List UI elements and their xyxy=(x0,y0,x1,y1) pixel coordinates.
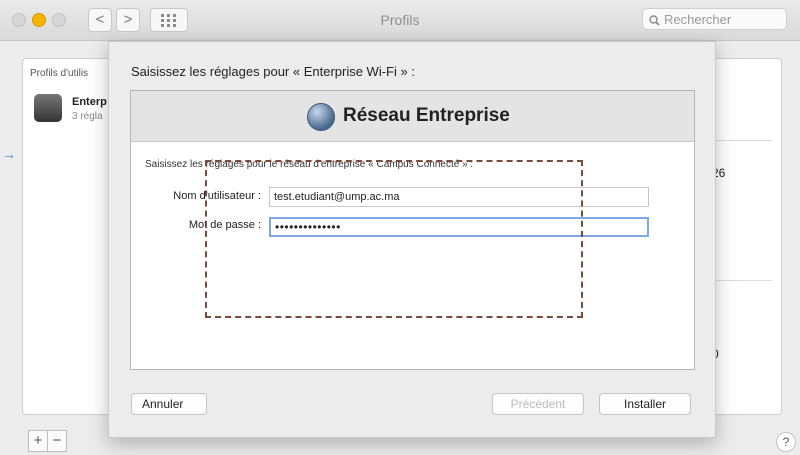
search-field[interactable]: Rechercher xyxy=(642,8,787,30)
username-label: Nom d'utilisateur : xyxy=(173,190,261,202)
window-toolbar: < > Profils Rechercher xyxy=(0,0,800,41)
profile-gear-icon xyxy=(34,94,62,122)
sheet-prompt: Saisissez les réglages pour « Enterprise… xyxy=(131,64,415,79)
profile-name: Enterp xyxy=(72,96,107,108)
help-button[interactable]: ? xyxy=(776,432,796,452)
install-button[interactable]: Installer xyxy=(599,393,691,415)
username-field[interactable]: test.etudiant@ump.ac.ma xyxy=(269,187,649,207)
network-title: Réseau Entreprise xyxy=(343,105,510,126)
window-title: Profils xyxy=(380,12,420,28)
arrow-icon: → xyxy=(2,146,16,162)
network-settings-box: Réseau Entreprise Saisissez les réglages… xyxy=(130,90,695,370)
previous-button[interactable]: Précédent xyxy=(492,393,584,415)
add-remove-group: + − xyxy=(28,430,67,452)
cancel-button[interactable]: Annuler xyxy=(131,393,207,415)
search-placeholder: Rechercher xyxy=(664,12,732,27)
network-settings-prompt: Saisissez les réglages pour le réseau d'… xyxy=(145,159,474,170)
profile-list-item[interactable]: Enterp 3 régla xyxy=(28,94,118,130)
show-all-grid-button[interactable] xyxy=(150,8,188,32)
minimize-window-button[interactable] xyxy=(32,13,46,27)
close-window-button[interactable] xyxy=(12,13,26,27)
search-icon xyxy=(649,15,660,26)
profile-settings-count: 3 régla xyxy=(72,111,103,122)
globe-icon xyxy=(307,103,335,131)
network-header: Réseau Entreprise xyxy=(131,91,694,142)
password-field[interactable]: •••••••••••••• xyxy=(269,217,649,237)
install-profile-sheet: Saisissez les réglages pour « Enterprise… xyxy=(108,41,716,438)
add-profile-button[interactable]: + xyxy=(29,431,47,451)
divider xyxy=(712,140,772,141)
remove-profile-button[interactable]: − xyxy=(47,431,66,451)
password-label: Mot de passe : xyxy=(188,219,261,231)
zoom-window-button[interactable] xyxy=(52,13,66,27)
forward-button[interactable]: > xyxy=(116,8,140,32)
back-button[interactable]: < xyxy=(88,8,112,32)
profiles-list-header: Profils d'utilis xyxy=(30,68,89,79)
divider xyxy=(712,280,772,281)
